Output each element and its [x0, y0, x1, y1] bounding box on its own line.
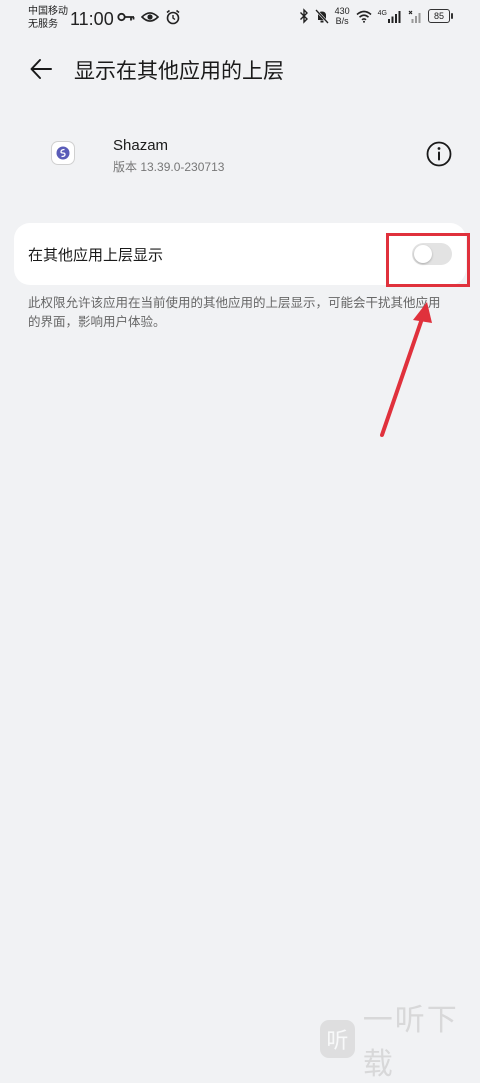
shazam-app-icon	[52, 142, 74, 164]
annotation-arrow-icon	[380, 302, 432, 437]
speed-unit: B/s	[335, 16, 349, 26]
info-icon	[426, 141, 452, 167]
app-info-row: Shazam 版本 13.39.0-230713	[0, 128, 480, 184]
status-bar: 中国移动 无服务 11:00 430 B/s 4G 85	[0, 0, 480, 36]
overlay-permission-label: 在其他应用上层显示	[28, 247, 164, 264]
status-icons-left	[117, 9, 181, 25]
app-name: Shazam	[113, 137, 169, 154]
watermark-logo: 听	[320, 1020, 355, 1058]
network-speed: 430 B/s	[335, 6, 350, 26]
signal-bars-icon	[388, 10, 401, 23]
back-button[interactable]	[26, 54, 56, 84]
watermark-text: 一听下载	[362, 1004, 459, 1081]
app-version: 版本 13.39.0-230713	[113, 160, 225, 174]
bluetooth-icon	[299, 8, 308, 24]
signal-4g: 4G	[378, 10, 402, 23]
no-signal-icon	[408, 10, 421, 23]
speed-value: 430	[334, 6, 350, 16]
key-icon	[117, 12, 135, 22]
shazam-logo-icon	[56, 146, 70, 160]
app-info-button[interactable]	[426, 141, 452, 167]
page-title: 显示在其他应用的上层	[74, 60, 284, 83]
alarm-icon	[166, 9, 180, 25]
mute-bell-icon	[314, 8, 329, 24]
network-type: 4G	[377, 9, 387, 17]
carrier-status: 无服务	[28, 19, 58, 30]
carrier-name: 中国移动	[28, 6, 68, 17]
eye-icon	[141, 12, 159, 22]
app-bar: 显示在其他应用的上层	[0, 46, 480, 90]
watermark: 听 一听下载	[320, 995, 480, 1083]
carrier-info: 中国移动 无服务	[28, 5, 68, 31]
battery-indicator: 85	[428, 9, 453, 23]
status-time: 11:00	[70, 9, 114, 29]
status-icons-right: 430 B/s 4G 85	[299, 6, 453, 26]
wifi-icon	[356, 10, 372, 23]
arrow-left-icon	[30, 59, 52, 79]
annotation-highlight-box	[386, 233, 470, 287]
